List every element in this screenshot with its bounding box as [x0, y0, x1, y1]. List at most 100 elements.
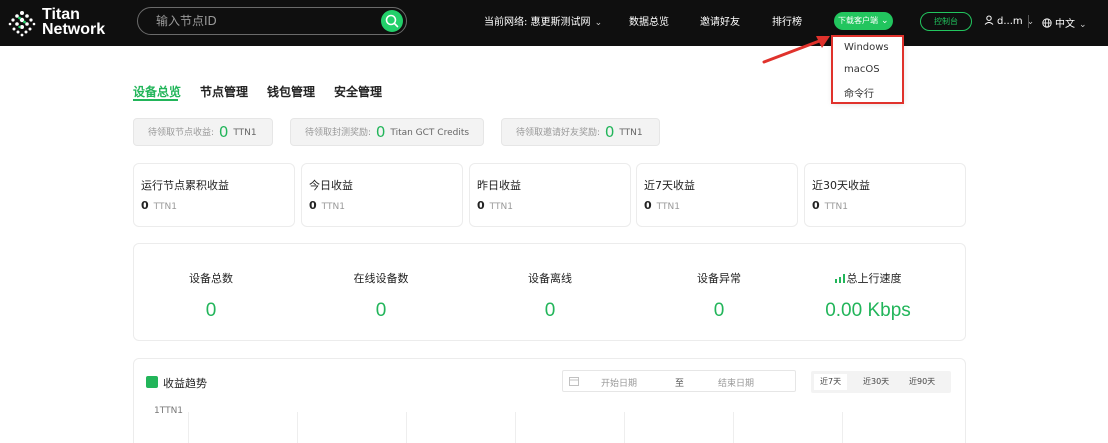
pending-unit: Titan GCT Credits	[390, 128, 470, 138]
y-axis-tick: 1TTN1	[154, 406, 184, 416]
earnings-card-value: 0	[644, 199, 652, 212]
user-menu[interactable]: d...m ⌄	[984, 15, 1034, 27]
grid-line	[624, 412, 625, 443]
chevron-down-icon: ⌄	[881, 16, 889, 26]
device-stats-panel: 设备总数 0 在线设备数 0 设备离线 0 设备异常 0 总上行速度 0.00 …	[133, 243, 966, 341]
network-selector[interactable]: 当前网络: 惠更斯测试网 ⌄	[484, 16, 602, 30]
stat-label: 设备总数	[189, 272, 233, 285]
range-7d[interactable]: 近7天	[814, 374, 848, 390]
download-client-button[interactable]: 下载客户端 ⌄	[834, 12, 893, 30]
grid-line	[297, 412, 298, 443]
tab-wallet-management[interactable]: 钱包管理	[267, 83, 315, 100]
earnings-card-value: 0	[141, 199, 149, 212]
grid-line	[188, 412, 189, 443]
console-button[interactable]: 控制台	[920, 12, 972, 31]
range-90d[interactable]: 近90天	[903, 374, 941, 390]
pending-label: 待领取邀请好友奖励:	[516, 128, 601, 138]
red-arrow-annotation	[762, 36, 830, 64]
nav-data-overview[interactable]: 数据总览	[629, 16, 669, 29]
stat-total-devices: 设备总数 0	[141, 270, 281, 322]
language-label: 中文	[1055, 19, 1075, 30]
earnings-trend-panel: 收益趋势 开始日期 至 结束日期 近7天 近30天 近90天 1TTN1	[133, 358, 966, 443]
download-option-windows[interactable]: Windows	[844, 42, 889, 53]
start-date-input[interactable]: 开始日期	[601, 376, 637, 389]
pending-value: 0	[604, 123, 615, 141]
download-dropdown-menu: Windows macOS 命令行	[833, 36, 903, 102]
stat-value: 0	[544, 300, 556, 321]
pending-node-earnings: 待领取节点收益: 0 TTN1	[133, 118, 273, 146]
earnings-card-yesterday: 昨日收益 0 TTN1	[469, 163, 631, 227]
search-icon	[385, 14, 399, 28]
earnings-card-title: 近30天收益	[812, 179, 870, 192]
chevron-down-icon: ⌄	[594, 18, 603, 28]
logo-text-line1: Titan	[42, 6, 80, 23]
date-range-separator: 至	[675, 379, 685, 389]
earnings-card-cumulative: 运行节点累积收益 0 TTN1	[133, 163, 295, 227]
pending-value: 0	[218, 123, 229, 141]
earnings-card-unit: TTN1	[824, 202, 848, 212]
user-name: d...m	[997, 16, 1023, 27]
stat-label: 在线设备数	[353, 272, 409, 285]
end-date-input[interactable]: 结束日期	[718, 376, 754, 389]
grid-line	[733, 412, 734, 443]
download-option-macos[interactable]: macOS	[844, 64, 880, 75]
user-icon	[984, 15, 994, 25]
node-search	[137, 7, 407, 35]
grid-line	[515, 412, 516, 443]
tab-device-overview[interactable]: 设备总览	[133, 83, 181, 100]
range-30d[interactable]: 近30天	[857, 374, 895, 390]
language-selector[interactable]: 中文 ⌄	[1042, 15, 1087, 30]
nav-ranking[interactable]: 排行榜	[772, 16, 802, 29]
pending-label: 待领取节点收益:	[148, 128, 215, 138]
signal-bars-icon	[834, 274, 845, 283]
network-label: 当前网络: 惠更斯测试网	[484, 17, 591, 28]
search-button[interactable]	[381, 10, 403, 32]
stat-label: 设备离线	[528, 272, 572, 285]
stat-value: 0.00 Kbps	[825, 300, 911, 321]
active-tab-indicator	[133, 99, 178, 101]
stat-online-devices: 在线设备数 0	[311, 270, 451, 322]
stat-abnormal-devices: 设备异常 0	[649, 270, 789, 322]
tab-node-management[interactable]: 节点管理	[200, 83, 248, 100]
download-client-label: 下载客户端	[838, 16, 878, 25]
titan-logo[interactable]: Titan Network	[7, 7, 127, 39]
pending-label: 待领取封测奖励:	[305, 128, 372, 138]
nav-invite-friends[interactable]: 邀请好友	[700, 16, 740, 29]
earnings-card-today: 今日收益 0 TTN1	[301, 163, 463, 227]
chevron-down-icon: ⌄	[1079, 20, 1087, 30]
globe-icon	[1042, 18, 1052, 28]
earnings-card-unit: TTN1	[656, 202, 680, 212]
stat-offline-devices: 设备离线 0	[480, 270, 620, 322]
earnings-card-title: 昨日收益	[477, 179, 521, 192]
range-tabs: 近7天 近30天 近90天	[811, 371, 951, 393]
earnings-card-7days: 近7天收益 0 TTN1	[636, 163, 798, 227]
logo-text-line2: Network	[42, 21, 106, 38]
top-navbar: Titan Network 当前网络: 惠更斯测试网⌄ 数据总览 邀请好友 排行…	[0, 0, 1108, 46]
node-id-search-input[interactable]	[156, 12, 356, 30]
earnings-card-value: 0	[309, 199, 317, 212]
stat-upload-speed: 总上行速度 0.00 Kbps	[798, 270, 938, 322]
tab-security-management[interactable]: 安全管理	[334, 83, 382, 100]
calendar-icon	[569, 377, 579, 386]
stat-value: 0	[205, 300, 217, 321]
earnings-card-title: 今日收益	[309, 179, 353, 192]
trend-chart-icon	[146, 376, 158, 388]
earnings-card-value: 0	[812, 199, 820, 212]
stat-value: 0	[375, 300, 387, 321]
download-option-cli[interactable]: 命令行	[844, 85, 874, 100]
earnings-card-unit: TTN1	[489, 202, 513, 212]
date-range-picker[interactable]: 开始日期 至 结束日期	[562, 370, 796, 392]
earnings-card-unit: TTN1	[153, 202, 177, 212]
titan-logo-icon	[8, 11, 36, 37]
trend-title: 收益趋势	[163, 377, 207, 390]
pending-value: 0	[375, 123, 386, 141]
earnings-card-30days: 近30天收益 0 TTN1	[804, 163, 966, 227]
stat-label: 设备异常	[697, 272, 741, 285]
grid-line	[406, 412, 407, 443]
grid-line	[842, 412, 843, 443]
earnings-card-title: 运行节点累积收益	[141, 179, 229, 192]
pending-beta-rewards: 待领取封测奖励: 0 Titan GCT Credits	[290, 118, 484, 146]
pending-invite-rewards: 待领取邀请好友奖励: 0 TTN1	[501, 118, 660, 146]
stat-value: 0	[713, 300, 725, 321]
earnings-card-unit: TTN1	[321, 202, 345, 212]
